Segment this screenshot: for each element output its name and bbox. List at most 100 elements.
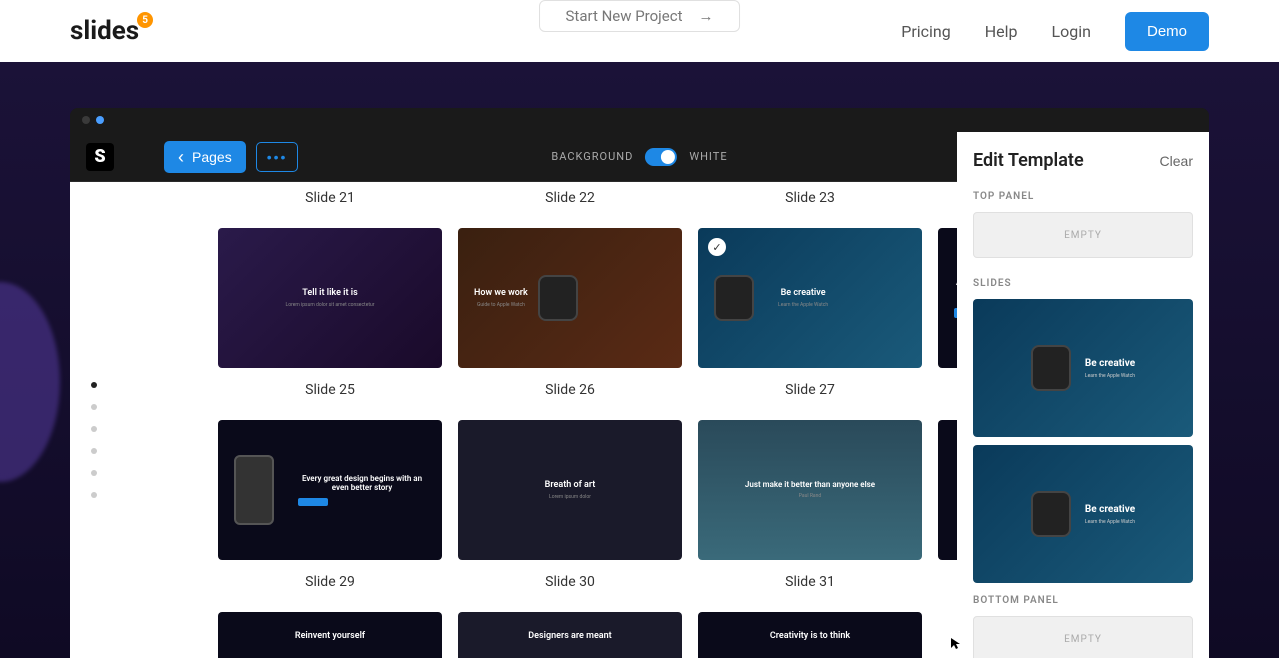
- panel-slide-preview[interactable]: Be creative Learn the Apple Watch: [973, 445, 1193, 583]
- slide-item[interactable]: Slide 23: [698, 182, 922, 206]
- watch-icon: [1031, 491, 1071, 537]
- slide-thumb: Breath of art Lorem ipsum dolor: [458, 420, 682, 560]
- edit-template-panel: Edit Template Clear TOP PANEL EMPTY SLID…: [957, 132, 1209, 658]
- pages-button[interactable]: Pages: [164, 141, 246, 173]
- page-dot[interactable]: [91, 470, 97, 476]
- thumb-text: Lorem ipsum dolor sit amet consectetur: [234, 302, 426, 309]
- panel-header: Edit Template Clear: [973, 150, 1193, 171]
- slide-item[interactable]: Tell it like it is Lorem ipsum dolor sit…: [218, 228, 442, 398]
- decorative-blob: [0, 282, 60, 482]
- slide-label: Slide 22: [458, 190, 682, 206]
- white-label: WHITE: [689, 150, 727, 163]
- window-dot: [82, 116, 90, 124]
- thumb-title: Every great design begins with an even b…: [298, 474, 426, 492]
- background-label: BACKGROUND: [551, 150, 633, 163]
- thumb-title: Designers are meant: [474, 631, 666, 641]
- demo-button[interactable]: Demo: [1125, 12, 1209, 51]
- slides-section-label: SLIDES: [973, 278, 1193, 289]
- panel-slide-title: Be creative: [1085, 358, 1135, 369]
- top-panel-dropzone[interactable]: EMPTY: [973, 212, 1193, 258]
- pages-label: Pages: [192, 149, 232, 165]
- slide-label: Slide 31: [698, 574, 922, 590]
- logo-text: slides: [70, 16, 139, 46]
- page-dot[interactable]: [91, 382, 97, 388]
- thumb-text: Learn the Apple Watch: [778, 302, 828, 309]
- thumb-title: Be creative: [778, 288, 828, 298]
- panel-slide-text: Learn the Apple Watch: [1085, 373, 1135, 379]
- thumb-text: Lorem ipsum dolor: [474, 494, 666, 501]
- thumb-title: Just make it better than anyone else: [714, 480, 906, 489]
- nav-pricing[interactable]: Pricing: [901, 22, 951, 41]
- slide-item[interactable]: How we work Guide to Apple Watch Slide 2…: [458, 228, 682, 398]
- app-window: S Pages ••• BACKGROUND WHITE: [70, 108, 1209, 658]
- slide-label: Slide 23: [698, 190, 922, 206]
- thumb-title: Creativity is to think: [714, 631, 906, 641]
- slide-item[interactable]: Creativity is to think: [698, 612, 922, 658]
- panel-slide-title: Be creative: [1085, 504, 1135, 515]
- top-panel-label: TOP PANEL: [973, 191, 1193, 202]
- page-dot[interactable]: [91, 492, 97, 498]
- watch-icon: [714, 275, 754, 321]
- app-logo[interactable]: S: [86, 143, 114, 171]
- thumb-text: Paul Rand: [714, 493, 906, 500]
- thumb-title: How we work: [474, 288, 528, 298]
- more-button[interactable]: •••: [256, 142, 299, 172]
- thumb-title: Breath of art: [474, 480, 666, 490]
- slide-thumb: Reinvent yourself: [218, 612, 442, 658]
- page-dot[interactable]: [91, 426, 97, 432]
- site-header: slides 5 Start New Project Pricing Help …: [0, 0, 1279, 62]
- slide-thumb: Creativity is to think: [698, 612, 922, 658]
- nav-help[interactable]: Help: [985, 22, 1018, 41]
- thumb-accent: [298, 498, 328, 506]
- slide-label: Slide 26: [458, 382, 682, 398]
- thumb-title: Reinvent yourself: [234, 631, 426, 641]
- slide-label: Slide 29: [218, 574, 442, 590]
- slide-thumb: Designers are meant: [458, 612, 682, 658]
- slide-label: Slide 25: [218, 382, 442, 398]
- demo-section: S Pages ••• BACKGROUND WHITE: [0, 62, 1279, 658]
- watch-icon: [538, 275, 578, 321]
- check-icon: ✓: [708, 238, 726, 256]
- start-project-button[interactable]: Start New Project: [539, 0, 741, 32]
- panel-slide-text: Learn the Apple Watch: [1085, 519, 1135, 525]
- bottom-panel-label: BOTTOM PANEL: [973, 595, 1193, 606]
- slide-label: Slide 21: [218, 190, 442, 206]
- slide-item[interactable]: Designers are meant: [458, 612, 682, 658]
- slide-item[interactable]: Every great design begins with an even b…: [218, 420, 442, 590]
- panel-slide-preview[interactable]: Be creative Learn the Apple Watch: [973, 299, 1193, 437]
- hero-cta-label: Start New Project: [566, 7, 683, 25]
- slide-item[interactable]: ✓ Be creative Learn the Apple Watch Slid…: [698, 228, 922, 398]
- background-toggle[interactable]: [645, 148, 677, 166]
- slide-thumb: Every great design begins with an even b…: [218, 420, 442, 560]
- page-dot[interactable]: [91, 404, 97, 410]
- arrow-right-icon: [692, 7, 713, 25]
- slide-thumb: Just make it better than anyone else Pau…: [698, 420, 922, 560]
- slide-label: Slide 30: [458, 574, 682, 590]
- bottom-panel-dropzone[interactable]: EMPTY: [973, 616, 1193, 658]
- window-dot: [96, 116, 104, 124]
- page-indicator: [70, 182, 118, 658]
- clear-button[interactable]: Clear: [1160, 153, 1193, 169]
- slide-label: Slide 27: [698, 382, 922, 398]
- window-titlebar: [70, 108, 1209, 132]
- slide-thumb: ✓ Be creative Learn the Apple Watch: [698, 228, 922, 368]
- logo-badge: 5: [137, 12, 153, 28]
- phone-icon: [234, 455, 274, 525]
- slide-thumb: How we work Guide to Apple Watch: [458, 228, 682, 368]
- page-dot[interactable]: [91, 448, 97, 454]
- thumb-text: Guide to Apple Watch: [474, 302, 528, 309]
- slide-item[interactable]: Slide 22: [458, 182, 682, 206]
- chevron-left-icon: [178, 148, 184, 166]
- thumb-title: Tell it like it is: [234, 288, 426, 298]
- logo[interactable]: slides 5: [70, 16, 139, 46]
- slide-item[interactable]: Just make it better than anyone else Pau…: [698, 420, 922, 590]
- slide-item[interactable]: Slide 21: [218, 182, 442, 206]
- slide-item[interactable]: Breath of art Lorem ipsum dolor Slide 30: [458, 420, 682, 590]
- nav-login[interactable]: Login: [1052, 22, 1091, 41]
- panel-title: Edit Template: [973, 150, 1084, 171]
- background-toggle-area: BACKGROUND WHITE: [551, 148, 727, 166]
- watch-icon: [1031, 345, 1071, 391]
- slide-item[interactable]: Reinvent yourself: [218, 612, 442, 658]
- slide-thumb: Tell it like it is Lorem ipsum dolor sit…: [218, 228, 442, 368]
- main-nav: Pricing Help Login Demo: [901, 12, 1209, 51]
